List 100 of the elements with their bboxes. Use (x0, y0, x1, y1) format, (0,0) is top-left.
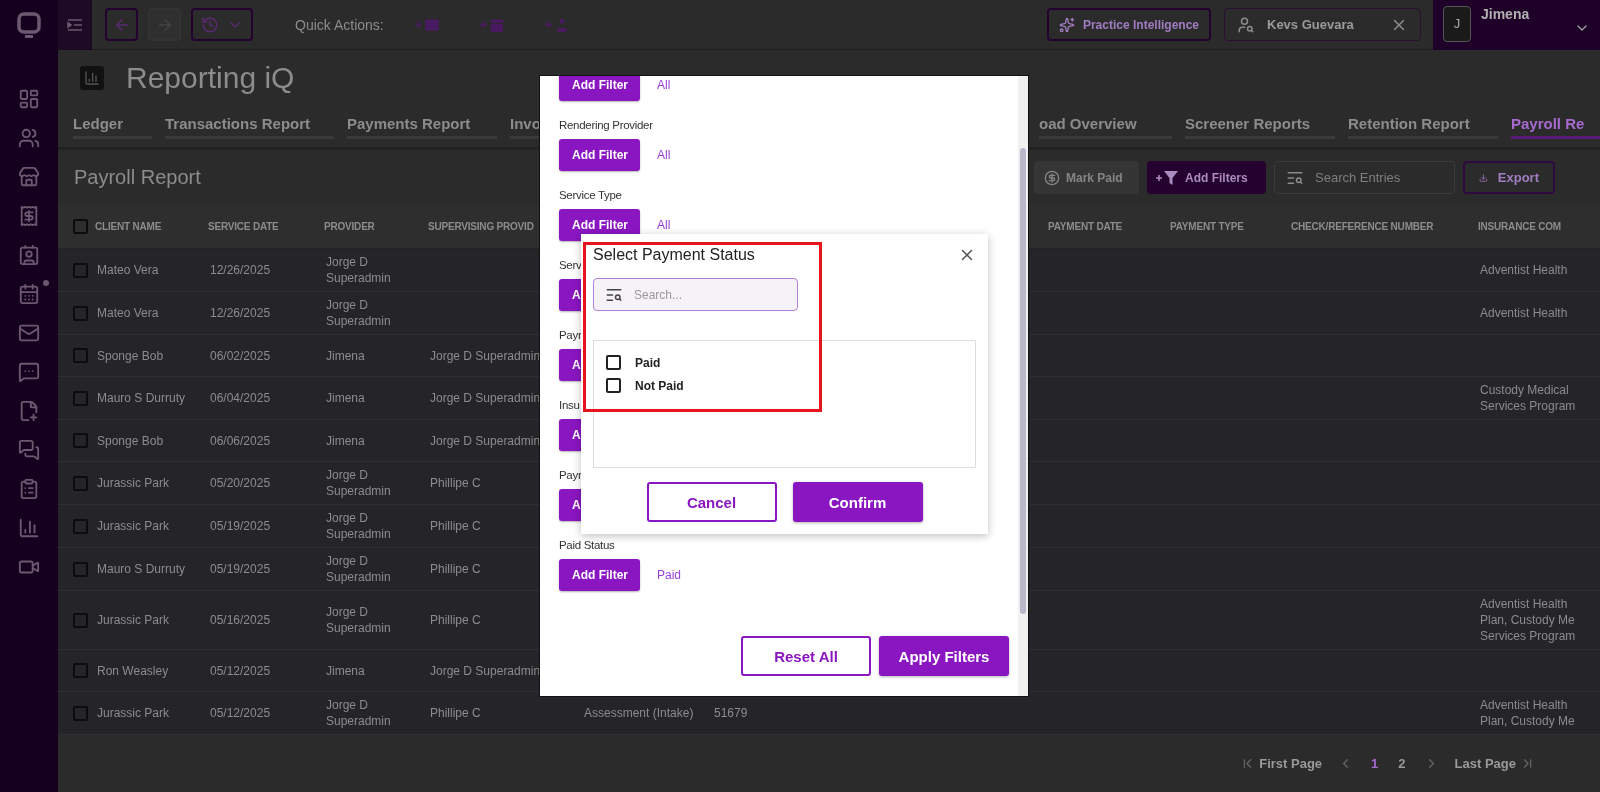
row-checkbox[interactable] (73, 390, 88, 406)
table-cell: 05/19/2025 (210, 561, 271, 577)
add-filter-button[interactable]: Add Filter (559, 559, 640, 591)
quick-actions-label: Quick Actions: (295, 16, 384, 33)
option-checkbox[interactable] (606, 355, 621, 370)
filter-value-link[interactable]: All (657, 218, 671, 232)
menu-icon[interactable] (58, 0, 92, 50)
history-icon (201, 15, 219, 34)
apply-filters-button[interactable]: Apply Filters (879, 636, 1009, 676)
calendar-icon[interactable] (18, 283, 40, 305)
back-button[interactable] (105, 8, 138, 41)
column-header: INSURANCE COM (1478, 221, 1561, 232)
report-tab[interactable]: oad Overview (1039, 115, 1172, 139)
search-field[interactable]: Search... (593, 278, 798, 311)
report-tab[interactable]: Ledger (73, 115, 152, 139)
column-header: PROVIDER (324, 221, 375, 232)
row-checkbox[interactable] (73, 663, 88, 678)
chat-icon[interactable] (18, 361, 40, 383)
table-cell: 12/26/2025 (210, 305, 271, 321)
cancel-button[interactable]: Cancel (646, 482, 777, 522)
filter-value-link[interactable]: All (657, 78, 671, 92)
table-cell: Jurassic Park (97, 475, 170, 491)
add-filter-button[interactable]: Add Filter (559, 76, 640, 101)
client-chip[interactable]: Kevs Guevara (1224, 8, 1421, 41)
report-tab[interactable]: Transactions Report (165, 115, 334, 139)
forward-button[interactable] (148, 8, 181, 41)
filter-value-link[interactable]: Paid (657, 568, 682, 582)
confirm-button[interactable]: Confirm (792, 482, 923, 522)
sparkle-icon (1059, 16, 1075, 33)
filter-label: Payr (559, 328, 582, 343)
row-checkbox[interactable] (73, 518, 88, 534)
option-item[interactable]: Not Paid (606, 378, 684, 393)
table-cell: Jorge D Superadmin (430, 432, 541, 449)
practice-intelligence-button[interactable]: Practice Intelligence (1047, 8, 1211, 41)
row-checkbox[interactable] (73, 561, 88, 577)
table-cell: Mateo Vera (97, 262, 159, 278)
forum-icon[interactable] (18, 439, 40, 461)
row-checkbox[interactable] (73, 612, 88, 628)
filter-value-link[interactable]: All (657, 148, 671, 162)
table-cell-text: Jorge D Superadmin (326, 297, 392, 329)
add-filters-button[interactable]: Add Filters (1147, 161, 1266, 194)
reset-all-button[interactable]: Reset All (741, 636, 871, 676)
export-button[interactable]: Export (1463, 161, 1555, 194)
table-cell: 05/12/2025 (210, 705, 271, 721)
table-cell: Mateo Vera (97, 305, 159, 321)
report-tab[interactable]: Payroll Re (1511, 115, 1600, 139)
table-cell: Phillipe C (430, 561, 481, 577)
page-number[interactable]: 1 (1369, 756, 1381, 771)
table-cell: Mauro S Durruty (97, 390, 186, 406)
search-field[interactable]: Search Entries (1274, 161, 1455, 194)
page-number[interactable]: 2 (1396, 756, 1408, 771)
last-page-link[interactable]: Last Page (1454, 756, 1535, 771)
chart-icon[interactable] (18, 517, 40, 539)
add-filter-icon (1155, 168, 1179, 187)
table-cell: Phillipe C (430, 612, 481, 628)
select-all-checkbox[interactable] (73, 219, 88, 234)
report-tab[interactable]: Screener Reports (1185, 115, 1335, 139)
row-checkbox[interactable] (73, 705, 88, 721)
people-icon[interactable] (18, 244, 40, 266)
notification-dot (43, 280, 49, 286)
row-checkbox[interactable] (73, 433, 88, 448)
receipt-icon[interactable] (18, 205, 40, 227)
filter-label: Serv (559, 258, 582, 273)
column-header: CLIENT NAME (95, 221, 162, 232)
report-icon (80, 65, 104, 90)
table-cell-text: Jorge D Superadmin (326, 467, 392, 499)
row-checkbox[interactable] (73, 305, 88, 321)
table-cell: 05/16/2025 (210, 612, 271, 628)
clipboard-icon[interactable] (18, 478, 40, 500)
history-button[interactable] (191, 8, 253, 41)
scrollbar-thumb[interactable] (1020, 148, 1026, 614)
row-checkbox[interactable] (73, 262, 88, 278)
mail-icon[interactable] (18, 322, 40, 344)
row-checkbox[interactable] (73, 475, 88, 491)
option-checkbox[interactable] (606, 378, 621, 393)
table-cell: Jorge D Superadmin (430, 390, 541, 406)
column-header: PAYMENT DATE (1048, 221, 1123, 232)
row-checkbox[interactable] (73, 348, 88, 363)
table-cell: Sponge Bob (97, 347, 164, 364)
table-cell: Adventist Health (1480, 262, 1568, 278)
report-tab[interactable]: Payments Report (347, 115, 497, 139)
option-item[interactable]: Paid (606, 355, 661, 370)
column-header: SERVICE DATE (208, 221, 279, 232)
report-tab[interactable]: Retention Report (1348, 115, 1498, 139)
table-cell: Assessment (Intake) (584, 705, 694, 721)
note-add-icon[interactable] (18, 400, 40, 422)
dollar-icon (1044, 169, 1060, 186)
table-cell: Phillipe C (430, 518, 481, 534)
dashboard-icon[interactable] (18, 88, 40, 110)
table-cell: Mauro S Durruty (97, 561, 186, 577)
report-title: Payroll Report (74, 166, 202, 189)
table-cell: Jorge D Superadmin (430, 347, 541, 364)
first-page-link[interactable]: First Page (1240, 756, 1323, 771)
add-filter-button[interactable]: Add Filter (559, 139, 640, 171)
table-cell: 51679 (714, 705, 748, 721)
table-cell: 05/12/2025 (210, 662, 271, 679)
table-cell: Jimena (326, 662, 365, 679)
user-avatar: J (1443, 5, 1471, 42)
store-icon[interactable] (18, 166, 40, 188)
group-icon[interactable] (18, 127, 40, 149)
